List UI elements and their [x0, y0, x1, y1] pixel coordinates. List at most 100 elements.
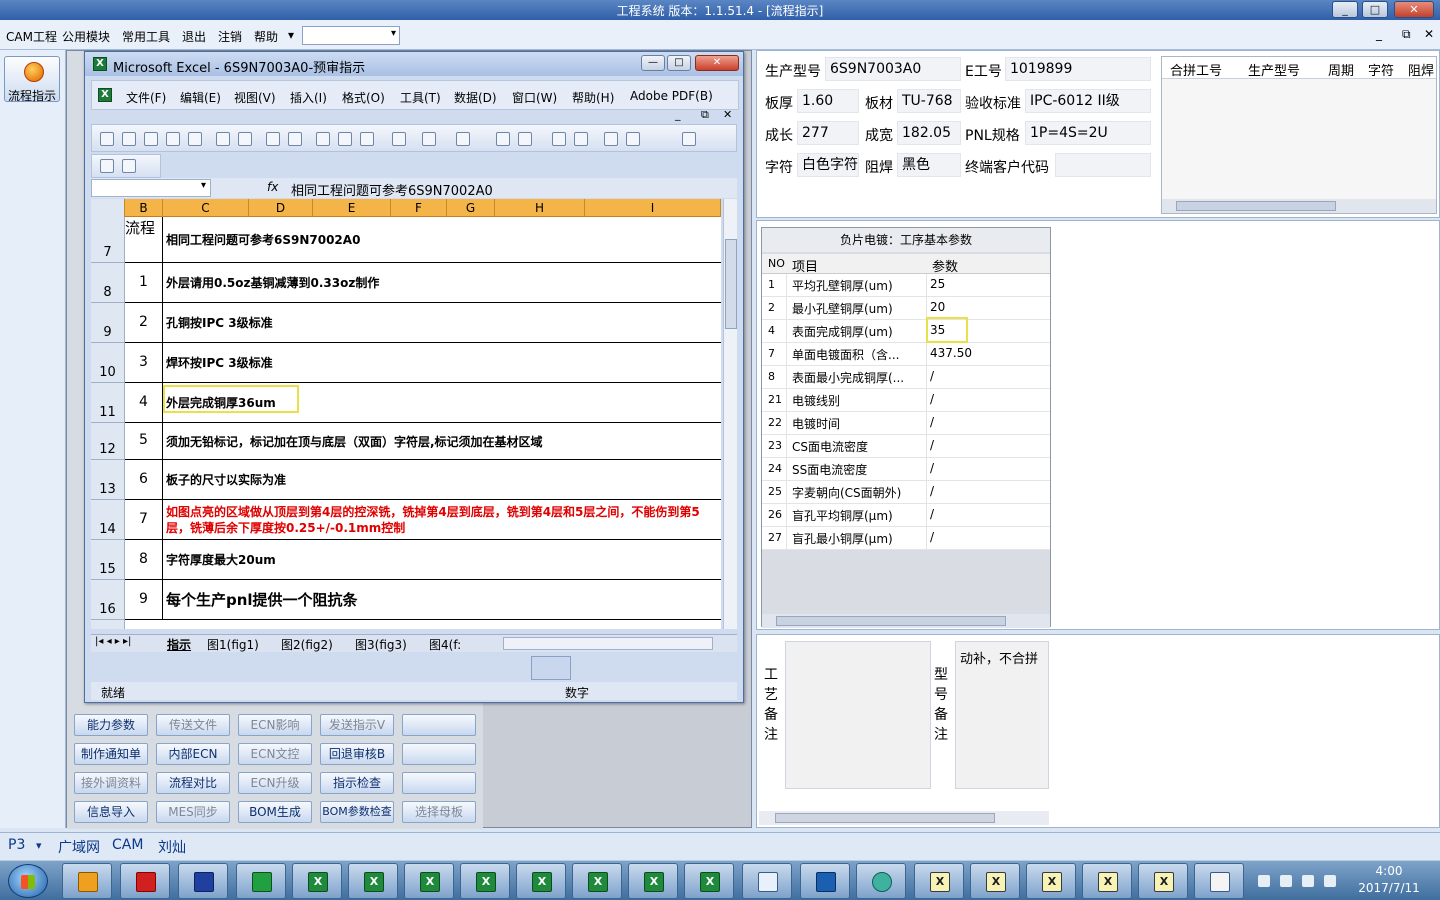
sheet-nav-arrows[interactable]: |◂ ◂ ▸ ▸|: [95, 636, 131, 647]
table-row[interactable]: 8 表面最小完成铜厚(... /: [762, 366, 1050, 389]
taskbar-excel-3[interactable]: X: [404, 863, 454, 899]
drawing-toolbar-icon[interactable]: [531, 656, 571, 680]
tray-app-icon[interactable]: [1324, 875, 1336, 887]
print-icon[interactable]: [216, 132, 230, 146]
excel-menu-insert[interactable]: 插入(I): [290, 89, 327, 106]
format-painter-icon[interactable]: [392, 132, 406, 146]
send-instruction-button[interactable]: 发送指示V: [320, 714, 394, 736]
table-row[interactable]: 7 单面电镀面积（含... 437.50: [762, 343, 1050, 366]
horizontal-scrollbar[interactable]: [762, 614, 1050, 628]
send-file-button[interactable]: 传送文件: [156, 714, 230, 736]
ecn-upgrade-button[interactable]: ECN升级: [238, 772, 312, 794]
vertical-scrollbar[interactable]: [723, 199, 737, 629]
e-job-field[interactable]: 1019899: [1005, 57, 1151, 81]
taskbar-excel-2[interactable]: X: [348, 863, 398, 899]
sort-descending-icon[interactable]: [574, 132, 588, 146]
info-import-button[interactable]: 信息导入: [74, 801, 148, 823]
row-header[interactable]: 10: [91, 343, 125, 383]
column-header[interactable]: I: [585, 199, 721, 217]
sort-ascending-icon[interactable]: [552, 132, 566, 146]
sheet-tab-fig1[interactable]: 图1(fig1): [207, 636, 259, 653]
table-cell[interactable]: 6: [125, 460, 163, 500]
sheet-tab-fig3[interactable]: 图3(fig3): [355, 636, 407, 653]
formula-input[interactable]: 相同工程问题可参考6S9N7002A0: [291, 180, 493, 199]
column-header[interactable]: E: [313, 199, 391, 217]
table-cell[interactable]: 8: [125, 540, 163, 580]
flow-compare-button[interactable]: 流程对比: [156, 772, 230, 794]
table-cell[interactable]: 板子的尺寸以实际为准: [163, 460, 721, 500]
row-header[interactable]: 13: [91, 460, 125, 500]
app-maximize-button[interactable]: □: [1362, 1, 1388, 18]
select-motherboard-button[interactable]: 选择母板: [402, 801, 476, 823]
rollback-review-button[interactable]: 回退审核B: [320, 743, 394, 765]
column-header[interactable]: 字符: [1368, 60, 1394, 79]
tray-arrow-icon[interactable]: [1258, 875, 1270, 887]
taskbar-app-g[interactable]: [120, 863, 170, 899]
menu-logout[interactable]: 注销: [218, 28, 242, 45]
taskbar-excel-6[interactable]: X: [572, 863, 622, 899]
taskbar-excel-5[interactable]: X: [516, 863, 566, 899]
excel-menu-file[interactable]: 文件(F): [126, 89, 166, 106]
cut-icon[interactable]: [316, 132, 330, 146]
horizontal-scrollbar[interactable]: [1162, 199, 1436, 213]
taskbar-excel-7[interactable]: X: [628, 863, 678, 899]
table-row[interactable]: 4 表面完成铜厚(um) 35: [762, 320, 1050, 343]
tray-network-icon[interactable]: [1280, 875, 1292, 887]
soldermask-color-field[interactable]: 黑色: [897, 153, 961, 177]
board-material-field[interactable]: TU-768: [897, 89, 961, 113]
table-cell[interactable]: 5: [125, 423, 163, 460]
row-header[interactable]: 15: [91, 540, 125, 580]
research-icon[interactable]: [288, 132, 302, 146]
column-header[interactable]: 合拼工号: [1170, 60, 1222, 79]
table-cell[interactable]: 字符厚度最大20um: [163, 540, 721, 580]
taskbar-excel-8[interactable]: X: [684, 863, 734, 899]
menu-help[interactable]: 帮助: [254, 28, 278, 45]
column-header[interactable]: 参数: [932, 256, 958, 275]
pdf-convert-icon[interactable]: [100, 159, 114, 173]
taskbar-app-p[interactable]: [236, 863, 286, 899]
new-icon[interactable]: [100, 132, 114, 146]
table-cell[interactable]: 外层请用0.5oz基铜减薄到0.33oz制作: [163, 263, 721, 303]
column-header[interactable]: 生产型号: [1248, 60, 1300, 79]
mdi-minimize-button[interactable]: _: [1376, 27, 1382, 41]
app-minimize-button[interactable]: _: [1332, 1, 1358, 18]
excel-doc-restore-button[interactable]: ⧉: [701, 108, 709, 122]
model-note-textarea[interactable]: 动补，不合拼: [955, 641, 1049, 789]
table-cell[interactable]: 孔铜按IPC 3级标准: [163, 303, 721, 343]
menu-exit[interactable]: 退出: [182, 28, 206, 45]
row-header[interactable]: 16: [91, 580, 125, 620]
table-row[interactable]: 1 平均孔壁铜厚(um) 25: [762, 274, 1050, 297]
column-header[interactable]: H: [495, 199, 585, 217]
scroll-thumb[interactable]: [1176, 201, 1336, 211]
pdf-email-icon[interactable]: [122, 159, 136, 173]
sheet-tab-instruction[interactable]: 指示: [167, 636, 191, 653]
end-customer-code-field[interactable]: [1055, 153, 1151, 177]
excel-maximize-button[interactable]: □: [667, 55, 691, 71]
autosum-icon[interactable]: [518, 132, 532, 146]
column-header[interactable]: B: [125, 199, 163, 217]
excel-close-button[interactable]: ✕: [695, 55, 739, 71]
row-header[interactable]: 9: [91, 303, 125, 343]
table-cell[interactable]: 3: [125, 343, 163, 383]
table-cell[interactable]: 4: [125, 383, 163, 423]
tray-display-icon[interactable]: [1302, 875, 1314, 887]
finished-width-field[interactable]: 182.05: [897, 121, 961, 145]
excel-menu-data[interactable]: 数据(D): [454, 89, 497, 106]
open-icon[interactable]: [122, 132, 136, 146]
horizontal-scrollbar[interactable]: [759, 811, 1049, 825]
table-cell[interactable]: 须加无铅标记，标记加在顶与底层（双面）字符层,标记须加在基材区域: [163, 423, 721, 460]
column-header[interactable]: 周期: [1328, 60, 1354, 79]
excel-menu-edit[interactable]: 编辑(E): [180, 89, 221, 106]
row-header[interactable]: 8: [91, 263, 125, 303]
menu-cam[interactable]: CAM工程: [6, 28, 57, 45]
menu-tools[interactable]: 常用工具: [122, 28, 170, 45]
app-close-button[interactable]: ✕: [1394, 1, 1434, 18]
craft-note-textarea[interactable]: [785, 641, 931, 789]
table-cell[interactable]: 流程: [125, 217, 163, 263]
select-all-corner[interactable]: [91, 199, 125, 217]
taskbar-doc-2[interactable]: X: [970, 863, 1020, 899]
table-row[interactable]: 23 CS面电流密度 /: [762, 435, 1050, 458]
undo-icon[interactable]: [422, 132, 436, 146]
merge-jobs-table[interactable]: 合拼工号 生产型号 周期 字符 阻焊: [1161, 56, 1437, 214]
column-header[interactable]: 阻焊: [1408, 60, 1434, 79]
